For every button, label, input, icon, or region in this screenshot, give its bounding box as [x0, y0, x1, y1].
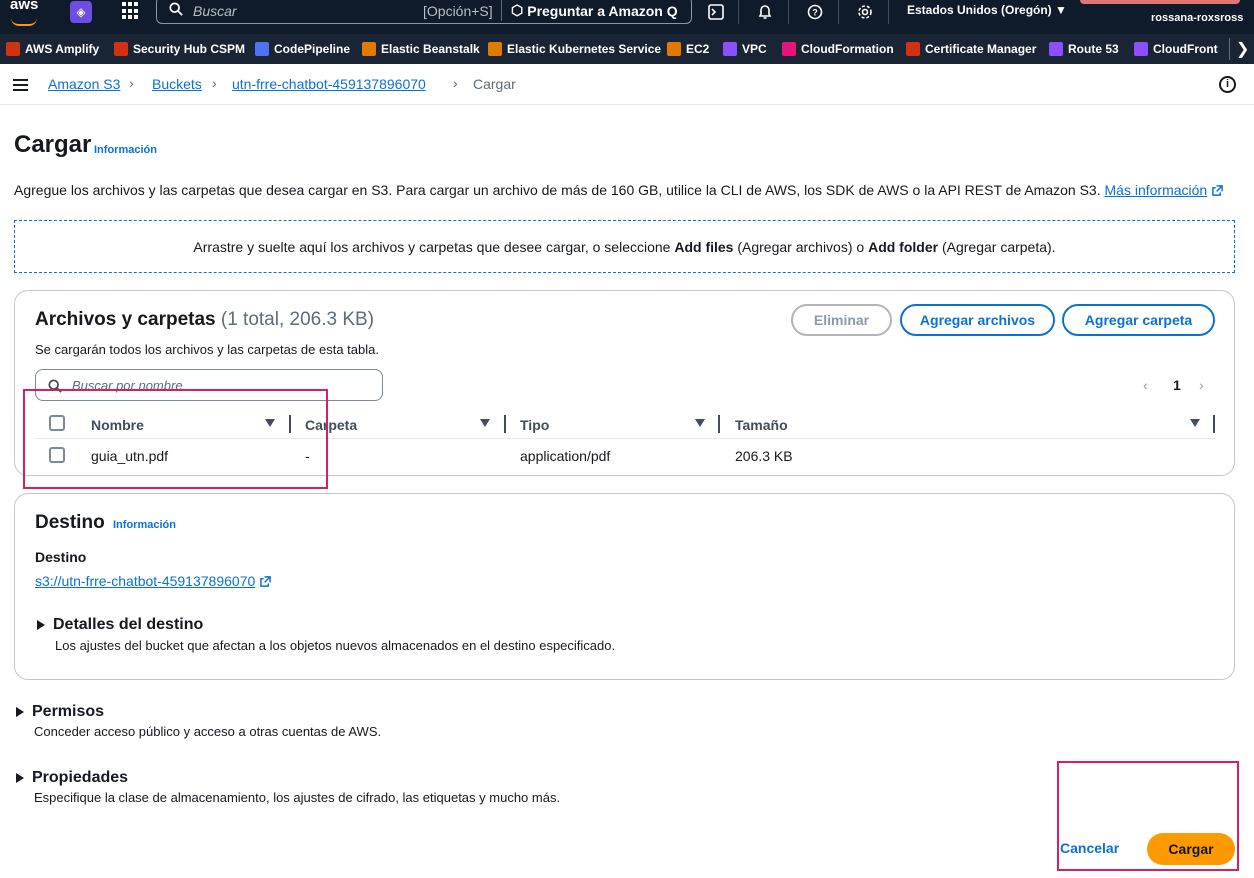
breadcrumb-current: Cargar — [473, 76, 516, 92]
permissions-desc: Conceder acceso público y acceso a otras… — [34, 724, 382, 739]
external-link-icon — [1212, 185, 1224, 196]
caret-right-icon — [37, 620, 45, 630]
destination-panel: Destino Información Destino s3://utn-frr… — [14, 493, 1235, 680]
page-info-link[interactable]: Información — [94, 144, 157, 156]
search-icon — [169, 2, 183, 16]
global-search[interactable]: Buscar [Opción+S] ⬡ Preguntar a Amazon Q — [156, 0, 692, 24]
breadcrumb-bucket[interactable]: utn-frre-chatbot-459137896070 — [232, 76, 426, 92]
destination-details-desc: Los ajustes del bucket que afectan a los… — [55, 638, 616, 653]
external-link-icon — [260, 576, 272, 587]
highlight-annotation — [23, 389, 328, 489]
cloudshell-icon[interactable] — [705, 1, 727, 23]
fav-eks[interactable]: Elastic Kubernetes Service — [488, 41, 661, 57]
account-menu[interactable]: rossana-roxsross — [1151, 12, 1243, 24]
unified-studio-icon[interactable]: ◈ — [70, 1, 92, 23]
menu-hamburger-icon[interactable] — [13, 79, 28, 91]
favorites-scroll-right-icon[interactable]: ❯ — [1236, 39, 1249, 59]
amazon-q-icon: ⬡ — [511, 2, 524, 18]
security-hub-icon — [114, 42, 128, 56]
fav-certificate-manager[interactable]: Certificate Manager — [906, 41, 1036, 57]
breadcrumb-buckets[interactable]: Buckets — [152, 76, 202, 92]
region-selector[interactable]: Estados Unidos (Oregón) ▼ — [907, 3, 1067, 17]
properties-expander[interactable]: Propiedades — [16, 769, 128, 787]
column-header-type[interactable]: Tipo — [520, 417, 549, 433]
sort-caret-icon[interactable] — [480, 419, 490, 427]
aws-logo[interactable]: aws — [8, 0, 42, 30]
search-shortcut: [Opción+S] — [423, 3, 493, 19]
files-subtitle: Se cargarán todos los archivos y las car… — [35, 342, 379, 357]
page-description: Agregue los archivos y las carpetas que … — [14, 182, 1224, 198]
beanstalk-icon — [362, 42, 376, 56]
certificate-manager-icon — [906, 42, 920, 56]
ask-amazon-q-button[interactable]: ⬡ Preguntar a Amazon Q — [511, 2, 678, 19]
fav-codepipeline[interactable]: CodePipeline — [255, 41, 350, 57]
fav-cloudformation[interactable]: CloudFormation — [782, 41, 894, 57]
cloudfront-icon — [1134, 42, 1148, 56]
fav-cloudfront[interactable]: CloudFront — [1134, 41, 1218, 57]
ec2-icon — [667, 42, 681, 56]
destination-info-link[interactable]: Información — [113, 519, 176, 531]
fav-security-hub[interactable]: Security Hub CSPM — [114, 41, 245, 57]
fav-vpc[interactable]: VPC — [723, 41, 767, 57]
account-color-badge — [1080, 0, 1240, 4]
search-placeholder: Buscar — [193, 3, 237, 19]
pagination-next-icon[interactable]: › — [1199, 377, 1204, 393]
destination-link[interactable]: s3://utn-frre-chatbot-459137896070 — [35, 573, 272, 589]
destination-heading: Destino — [35, 512, 105, 533]
vpc-icon — [723, 42, 737, 56]
pagination-page[interactable]: 1 — [1173, 377, 1181, 393]
cell-size: 206.3 KB — [735, 448, 793, 464]
top-navigation: aws ◈ Buscar [Opción+S] ⬡ Preguntar a Ama… — [0, 0, 1254, 34]
breadcrumb-chevron-icon: › — [212, 75, 217, 91]
eks-icon — [488, 42, 502, 56]
ask-amazon-q-label: Preguntar a Amazon Q — [527, 2, 678, 19]
files-heading: Archivos y carpetas (1 total, 206.3 KB) — [35, 309, 375, 330]
fav-route53[interactable]: Route 53 — [1049, 41, 1119, 57]
column-header-size[interactable]: Tamaño — [735, 417, 788, 433]
breadcrumb-bar: Amazon S3 › Buckets › utn-frre-chatbot-4… — [0, 64, 1254, 105]
breadcrumb-chevron-icon: › — [129, 75, 134, 91]
file-dropzone[interactable]: Arrastre y suelte aquí los archivos y ca… — [14, 220, 1235, 273]
codepipeline-icon — [255, 42, 269, 56]
help-icon[interactable]: ? — [804, 1, 826, 23]
sort-caret-icon[interactable] — [1190, 419, 1200, 427]
settings-gear-icon[interactable] — [854, 1, 876, 23]
add-folder-button[interactable]: Agregar carpeta — [1062, 304, 1215, 336]
fav-ec2[interactable]: EC2 — [667, 41, 709, 57]
add-files-button[interactable]: Agregar archivos — [900, 304, 1055, 336]
permissions-expander[interactable]: Permisos — [16, 703, 104, 721]
fav-aws-amplify[interactable]: AWS Amplify — [6, 41, 99, 57]
more-info-link[interactable]: Más información — [1105, 182, 1208, 198]
properties-desc: Especifique la clase de almacenamiento, … — [34, 790, 561, 805]
files-count: (1 total, 206.3 KB) — [220, 309, 375, 330]
destination-details-expander[interactable]: Detalles del destino — [37, 616, 203, 634]
destination-label: Destino — [35, 549, 87, 565]
route53-icon — [1049, 42, 1063, 56]
amplify-icon — [6, 42, 20, 56]
caret-right-icon — [16, 773, 24, 783]
breadcrumb-chevron-icon: › — [453, 75, 458, 91]
services-grid-icon[interactable] — [122, 2, 140, 20]
sort-caret-icon[interactable] — [695, 419, 705, 427]
cell-type: application/pdf — [520, 448, 611, 464]
aws-logo-text: aws — [10, 0, 39, 13]
delete-button[interactable]: Eliminar — [791, 304, 892, 336]
fav-elastic-beanstalk[interactable]: Elastic Beanstalk — [362, 41, 480, 57]
caret-right-icon — [16, 707, 24, 717]
info-panel-icon[interactable]: i — [1219, 76, 1236, 93]
pagination-prev-icon[interactable]: ‹ — [1143, 377, 1148, 393]
breadcrumb-amazon-s3[interactable]: Amazon S3 — [48, 76, 120, 92]
page-title: Cargar — [14, 131, 92, 158]
svg-text:?: ? — [812, 8, 818, 18]
highlight-annotation — [1057, 761, 1239, 871]
cloudformation-icon — [782, 42, 796, 56]
notifications-bell-icon[interactable] — [754, 1, 776, 23]
